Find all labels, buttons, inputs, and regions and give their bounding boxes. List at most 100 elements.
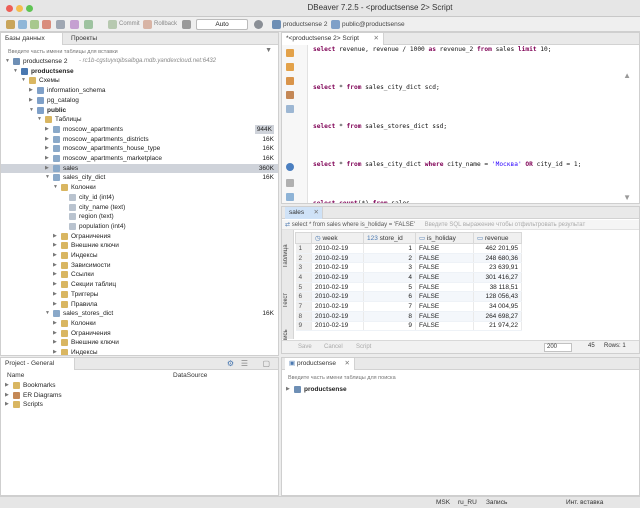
view-tab-grid[interactable]: Таблица [283,238,293,274]
expand-arrow-icon[interactable]: ▶ [45,144,51,153]
week-cell[interactable]: 2010-02-19 [311,291,364,303]
revenue-cell[interactable]: 21 974,22 [473,321,522,332]
expand-arrow-icon[interactable]: ▶ [5,381,11,390]
expand-arrow-icon[interactable]: ▶ [53,319,59,328]
tree-item[interactable]: ▶ moscow_apartments_districts 16K [1,135,278,144]
tree-item[interactable]: ▼ sales_stores_dict 16K [1,309,278,318]
tree-item[interactable]: city_id (int4) [1,193,278,202]
expand-arrow-icon[interactable]: ▶ [53,329,59,338]
collapse-arrow-icon[interactable]: ▼ [5,57,11,66]
is-holiday-cell[interactable]: FALSE [415,321,474,332]
code-line[interactable] [313,71,639,80]
is-holiday-cell[interactable]: FALSE [415,253,474,264]
tab-databases[interactable]: Базы данных [1,33,63,45]
tree-item[interactable]: ▶ Правила [1,300,278,309]
refresh-icon[interactable] [70,20,79,29]
filter-icon[interactable] [182,20,191,29]
store-id-cell[interactable]: 7 [363,301,416,312]
expand-arrow-icon[interactable]: ▶ [5,400,11,409]
disconnect-icon[interactable] [42,20,51,29]
expand-arrow-icon[interactable]: ▶ [53,251,59,260]
commit-button[interactable]: Commit [119,19,140,30]
tree-item[interactable]: ▶ Зависимости [1,261,278,270]
project-item[interactable]: ▶ ER Diagrams [1,391,278,400]
table-row[interactable]: 5 2010-02-19 5 FALSE 38 118,51 [295,282,522,293]
tab-results-sales[interactable]: sales ✕ [285,207,323,219]
store-id-cell[interactable]: 5 [363,282,416,293]
results-query-bar[interactable]: ⇄ select * from sales where is_holiday =… [282,220,639,230]
expand-arrow-icon[interactable]: ▶ [53,261,59,270]
expand-arrow-icon[interactable]: ▶ [53,338,59,347]
tree-item[interactable]: ▶ Ссылки [1,270,278,279]
expand-arrow-icon[interactable]: ▶ [53,232,59,241]
expand-arrow-icon[interactable]: ▶ [53,280,59,289]
table-row[interactable]: 6 2010-02-19 6 FALSE 128 056,43 [295,291,522,303]
revenue-cell[interactable]: 264 698,27 [473,311,522,322]
is-holiday-cell[interactable]: FALSE [415,272,474,283]
cancel-button[interactable]: Cancel [324,341,343,353]
tree-item[interactable]: ▶ Внешние ключи [1,338,278,347]
expand-arrow-icon[interactable]: ▶ [45,164,51,173]
column-header-week[interactable]: ◷ week [311,232,364,244]
week-cell[interactable]: 2010-02-19 [311,272,364,283]
table-row[interactable]: 8 2010-02-19 8 FALSE 264 698,27 [295,311,522,322]
is-holiday-cell[interactable]: FALSE [415,291,474,303]
expand-arrow-icon[interactable]: ▶ [29,86,35,95]
expand-arrow-icon[interactable]: ▶ [29,96,35,105]
revenue-cell[interactable]: 301 416,27 [473,272,522,283]
revenue-cell[interactable]: 23 639,91 [473,262,522,274]
close-tab-icon[interactable]: ✕ [374,33,379,45]
collapse-arrow-icon[interactable]: ▼ [37,115,43,124]
is-holiday-cell[interactable]: FALSE [415,262,474,274]
transaction-icon[interactable] [84,20,93,29]
week-cell[interactable]: 2010-02-19 [311,311,364,322]
clock-icon[interactable] [254,20,263,29]
db-panel-filter-input[interactable] [288,373,488,383]
expand-arrow-icon[interactable]: ▶ [286,385,292,394]
code-line[interactable]: select * from sales_city_dict where city… [313,160,639,169]
tree-item[interactable]: ▼ public [1,106,278,115]
code-line[interactable] [313,135,639,144]
store-id-cell[interactable]: 3 [363,262,416,274]
tree-item[interactable]: ▼ Колонки [1,183,278,192]
active-connection-selector[interactable]: productsense 2 [283,19,327,30]
code-line[interactable]: select * from sales_city_dict scd; [313,83,639,92]
tree-item[interactable]: ▶ sales 360K [1,163,278,173]
tree-item[interactable]: ▶ Ограничения [1,232,278,241]
expand-arrow-icon[interactable]: ▶ [53,290,59,299]
code-line[interactable] [313,96,639,105]
week-cell[interactable]: 2010-02-19 [311,282,364,293]
table-row[interactable]: 1 2010-02-19 1 FALSE 462 201,95 [295,243,522,254]
tree-item[interactable]: ▶ moscow_apartments_house_type 16K [1,144,278,153]
collapse-arrow-icon[interactable]: ▼ [29,106,35,115]
table-row[interactable]: 7 2010-02-19 7 FALSE 34 004,95 [295,301,522,312]
tab-projects[interactable]: Проекты [67,33,117,45]
transaction-mode-select[interactable]: Auto [196,19,248,30]
table-row[interactable]: 9 2010-02-19 9 FALSE 21 974,22 [295,321,522,332]
code-line[interactable]: select * from sales_stores_dict ssd; [313,122,639,131]
tree-item[interactable]: ▶ pg_catalog [1,96,278,105]
column-header-is-holiday[interactable]: ▭ is_holiday [415,232,474,244]
view-tab-text[interactable]: Текст [283,288,293,312]
store-id-cell[interactable]: 9 [363,321,416,332]
collapse-arrow-icon[interactable]: ▼ [45,309,51,318]
tree-item[interactable]: ▼ productsense 2 - rc1b-cgstuyxqibsalbga.m… [1,57,278,66]
database-navigator-icon[interactable] [56,20,65,29]
tree-item[interactable]: ▶ Секции таблиц [1,280,278,289]
collapse-arrow-icon[interactable]: ▼ [13,67,19,76]
settings-gear-icon[interactable]: ⚙ [227,359,234,368]
tree-item[interactable]: ▶ moscow_apartments_marketplace 16K [1,154,278,163]
scroll-down-icon[interactable]: ▼ [623,193,631,202]
week-cell[interactable]: 2010-02-19 [311,262,364,274]
fetch-size-input[interactable]: 200 [544,343,572,352]
tree-item[interactable]: ▶ Колонки [1,319,278,328]
store-id-cell[interactable]: 1 [363,243,416,254]
commit-icon[interactable] [108,20,117,29]
store-id-cell[interactable]: 2 [363,253,416,264]
expand-arrow-icon[interactable]: ▶ [45,125,51,134]
save-button[interactable]: Save [298,341,312,353]
code-area[interactable]: select revenue, revenue / 1000 as revenu… [282,45,639,203]
is-holiday-cell[interactable]: FALSE [415,301,474,312]
close-results-tab-icon[interactable]: ✕ [314,207,319,219]
scroll-up-icon[interactable]: ▲ [623,71,631,80]
